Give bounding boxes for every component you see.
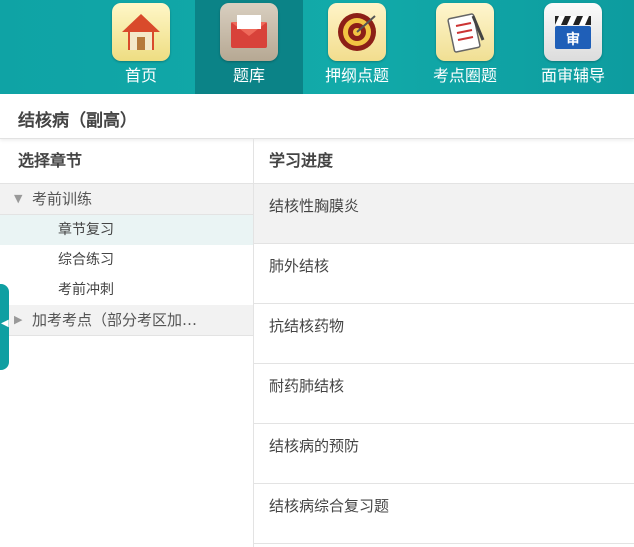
nav-home[interactable]: 首页 (87, 0, 195, 94)
nav-yagang[interactable]: 押纲点题 (303, 0, 411, 94)
sub-item-label: 考前冲刺 (58, 282, 114, 298)
house-icon (112, 3, 170, 61)
nav-label: 押纲点题 (324, 66, 389, 85)
collapsed-arrow-icon: ▶ (14, 313, 23, 326)
clipboard-icon (436, 3, 494, 61)
side-collapse-tab[interactable]: ◀ (0, 284, 9, 370)
chapter-label: 结核性胸膜炎 (269, 197, 360, 215)
chapter-row[interactable]: 结核病综合复习题 (254, 484, 634, 544)
chapter-row[interactable]: 抗结核药物 (254, 304, 634, 364)
envelope-icon (220, 3, 278, 61)
title-bar: 结核病（副高） (0, 94, 634, 139)
nav-label: 首页 (124, 66, 157, 85)
expand-arrow-icon: ▼ (14, 192, 23, 205)
page-title: 结核病（副高） (18, 111, 137, 131)
nav-label: 题库 (232, 66, 265, 85)
nav-label: 面审辅导 (540, 66, 605, 85)
top-nav: 首页 题库 押纲点题 考点圈题 审 面审辅导 (0, 0, 634, 94)
sub-item-kaoqian-chongci[interactable]: 考前冲刺 (0, 275, 253, 305)
nav-label: 考点圈题 (432, 66, 497, 85)
sub-item-label: 综合练习 (58, 252, 114, 268)
study-progress-panel: 学习进度 结核性胸膜炎 肺外结核 抗结核药物 耐药肺结核 结核病的预防 结核病综… (254, 139, 634, 547)
group-kaoqian-xunlian[interactable]: ▼ 考前训练 (0, 184, 253, 215)
sub-item-zonghe-lianxi[interactable]: 综合练习 (0, 245, 253, 275)
group-label: 考前训练 (32, 190, 93, 208)
left-panel-header: 选择章节 (0, 139, 253, 184)
chapter-label: 结核病的预防 (269, 437, 360, 455)
chapter-label: 抗结核药物 (269, 317, 345, 335)
group-label: 加考考点（部分考区加… (32, 311, 198, 329)
chapter-label: 肺外结核 (269, 257, 330, 275)
chapter-row[interactable]: 肺外结核 (254, 244, 634, 304)
chapter-row[interactable]: 耐药肺结核 (254, 364, 634, 424)
chapter-label: 耐药肺结核 (269, 377, 345, 395)
chapter-label: 结核病综合复习题 (269, 497, 390, 515)
nav-quanti[interactable]: 考点圈题 (411, 0, 519, 94)
chapter-row[interactable]: 结核性胸膜炎 (254, 184, 634, 244)
target-icon (328, 3, 386, 61)
chapter-row[interactable]: 结核病的预防 (254, 424, 634, 484)
clapperboard-icon: 审 (544, 3, 602, 61)
group-jiakao-kaodian[interactable]: ▶ 加考考点（部分考区加… (0, 305, 253, 336)
nav-mianshen[interactable]: 审 面审辅导 (519, 0, 627, 94)
chapter-selector-panel: 选择章节 ▼ 考前训练 章节复习 综合练习 考前冲刺 ▶ 加考考点（部分考区加… (0, 139, 254, 547)
clapper-text: 审 (566, 31, 580, 48)
sub-item-zhangjie-fuxi[interactable]: 章节复习 (0, 215, 253, 245)
chevron-left-icon: ◀ (1, 318, 9, 329)
nav-question-bank[interactable]: 题库 (195, 0, 303, 94)
right-panel-header: 学习进度 (254, 139, 634, 184)
sub-item-label: 章节复习 (58, 222, 114, 238)
